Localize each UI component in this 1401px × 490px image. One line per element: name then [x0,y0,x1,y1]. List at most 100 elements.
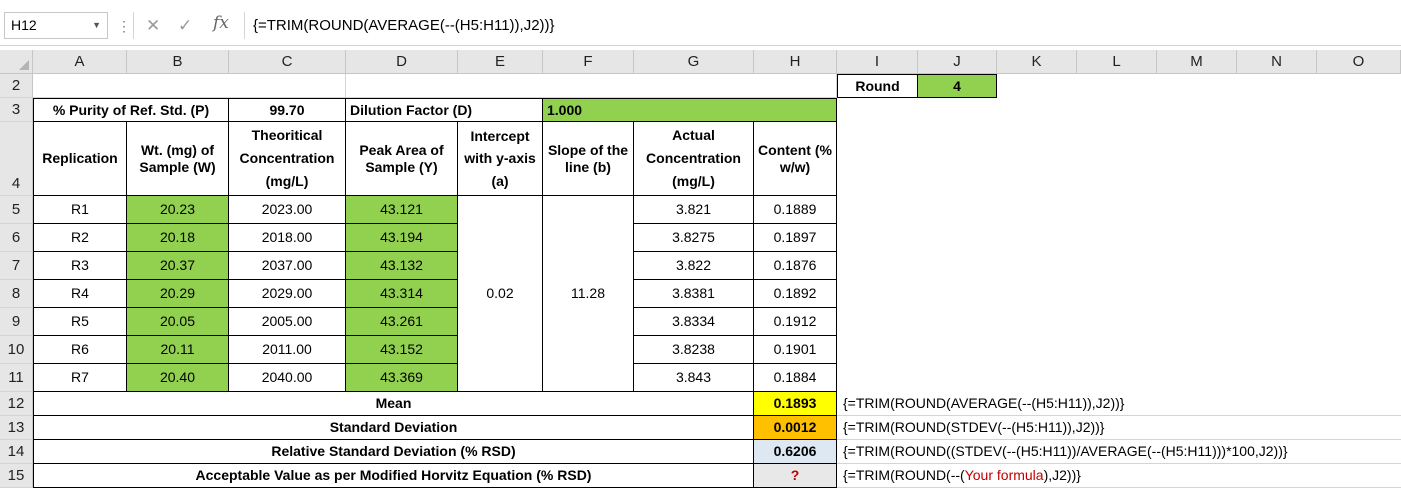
formula-input[interactable]: {=TRIM(ROUND(AVERAGE(--(H5:H11)),J2))} [244,12,1401,39]
select-all-button[interactable] [0,50,33,74]
table-cell-replication[interactable]: R5 [33,308,127,336]
table-cell-replication[interactable]: R1 [33,196,127,224]
table-cell-weight[interactable]: 20.23 [127,196,229,224]
intercept-value-cell[interactable]: 0.02 [458,196,543,392]
table-cell-actual[interactable]: 3.821 [634,196,754,224]
table-cell-weight[interactable]: 20.05 [127,308,229,336]
name-box[interactable]: H12 ▼ [4,12,108,39]
table-cell-content[interactable]: 0.1912 [754,308,837,336]
row-header-3[interactable]: 3 [0,98,33,122]
header-weight[interactable]: Wt. (mg) of Sample (W) [127,122,229,196]
column-header-o[interactable]: O [1317,50,1401,74]
table-cell-weight[interactable]: 20.11 [127,336,229,364]
table-cell-weight[interactable]: 20.18 [127,224,229,252]
purity-value-cell[interactable]: 99.70 [229,98,346,122]
dilution-label-cell[interactable]: Dilution Factor (D) [346,98,543,122]
table-cell-weight[interactable]: 20.37 [127,252,229,280]
column-header-j[interactable]: J [918,50,997,74]
table-cell-actual[interactable]: 3.843 [634,364,754,392]
more-options-icon[interactable]: ⋮ [117,14,131,38]
table-cell-theoretical[interactable]: 2005.00 [229,308,346,336]
table-cell-replication[interactable]: R6 [33,336,127,364]
table-cell-theoretical[interactable]: 2029.00 [229,280,346,308]
column-header-n[interactable]: N [1237,50,1317,74]
round-value-cell[interactable]: 4 [918,74,997,98]
slope-value-cell[interactable]: 11.28 [543,196,634,392]
table-cell-content[interactable]: 0.1876 [754,252,837,280]
table-cell-replication[interactable]: R3 [33,252,127,280]
sd-formula-note[interactable]: {=TRIM(ROUND(STDEV(--(H5:H11)),J2))} [837,416,1401,440]
table-cell-content[interactable]: 0.1884 [754,364,837,392]
purity-label-cell[interactable]: % Purity of Ref. Std. (P) [33,98,229,122]
row-header-14[interactable]: 14 [0,440,33,464]
column-header-k[interactable]: K [997,50,1077,74]
table-cell-peak-area[interactable]: 43.314 [346,280,458,308]
column-header-f[interactable]: F [543,50,634,74]
table-cell-content[interactable]: 0.1901 [754,336,837,364]
row-header-10[interactable]: 10 [0,336,33,364]
round-label-cell[interactable]: Round [837,74,918,98]
horvitz-formula-note[interactable]: {=TRIM(ROUND(--(Your formula),J2))} [837,464,1401,488]
table-cell-content[interactable]: 0.1889 [754,196,837,224]
row-header-5[interactable]: 5 [0,196,33,224]
table-cell-peak-area[interactable]: 43.261 [346,308,458,336]
mean-label-cell[interactable]: Mean [33,392,754,416]
rsd-formula-note[interactable]: {=TRIM(ROUND((STDEV(--(H5:H11))/AVERAGE(… [837,440,1401,464]
header-content[interactable]: Content (% w/w) [754,122,837,196]
cell-d2[interactable] [346,74,837,98]
row-header-8[interactable]: 8 [0,280,33,308]
sd-label-cell[interactable]: Standard Deviation [33,416,754,440]
table-cell-content[interactable]: 0.1892 [754,280,837,308]
table-cell-actual[interactable]: 3.8381 [634,280,754,308]
table-cell-actual[interactable]: 3.8238 [634,336,754,364]
horvitz-label-cell[interactable]: Acceptable Value as per Modified Horvitz… [33,464,754,488]
header-slope[interactable]: Slope of the line (b) [543,122,634,196]
horvitz-value-cell[interactable]: ? [754,464,837,488]
column-header-m[interactable]: M [1157,50,1237,74]
column-header-l[interactable]: L [1077,50,1157,74]
cell-a2[interactable] [33,74,346,98]
chevron-down-icon[interactable]: ▼ [92,13,101,38]
table-cell-actual[interactable]: 3.8334 [634,308,754,336]
mean-value-cell[interactable]: 0.1893 [754,392,837,416]
table-cell-actual[interactable]: 3.822 [634,252,754,280]
column-header-h[interactable]: H [754,50,837,74]
column-header-b[interactable]: B [127,50,229,74]
table-cell-theoretical[interactable]: 2018.00 [229,224,346,252]
table-cell-peak-area[interactable]: 43.194 [346,224,458,252]
header-replication[interactable]: Replication [33,122,127,196]
row-header-12[interactable]: 12 [0,392,33,416]
dilution-value-cell[interactable]: 1.000 [543,98,837,122]
table-cell-peak-area[interactable]: 43.132 [346,252,458,280]
column-header-e[interactable]: E [458,50,543,74]
insert-function-icon[interactable]: fx [213,10,229,37]
row-header-4[interactable]: 4 [0,122,33,196]
table-cell-weight[interactable]: 20.29 [127,280,229,308]
row-header-9[interactable]: 9 [0,308,33,336]
sd-value-cell[interactable]: 0.0012 [754,416,837,440]
row-header-2[interactable]: 2 [0,74,33,98]
table-cell-replication[interactable]: R7 [33,364,127,392]
table-cell-actual[interactable]: 3.8275 [634,224,754,252]
row-header-6[interactable]: 6 [0,224,33,252]
row-header-15[interactable]: 15 [0,464,33,488]
row-header-13[interactable]: 13 [0,416,33,440]
table-cell-peak-area[interactable]: 43.121 [346,196,458,224]
column-header-i[interactable]: I [837,50,918,74]
mean-formula-note[interactable]: {=TRIM(ROUND(AVERAGE(--(H5:H11)),J2))} [837,392,1401,416]
table-cell-theoretical[interactable]: 2040.00 [229,364,346,392]
table-cell-theoretical[interactable]: 2023.00 [229,196,346,224]
header-theoretical[interactable]: Theoritical Concentration (mg/L) [229,122,346,196]
table-cell-peak-area[interactable]: 43.152 [346,336,458,364]
rsd-value-cell[interactable]: 0.6206 [754,440,837,464]
header-actual[interactable]: Actual Concentration (mg/L) [634,122,754,196]
rsd-label-cell[interactable]: Relative Standard Deviation (% RSD) [33,440,754,464]
enter-icon[interactable]: ✓ [178,12,192,39]
row-header-7[interactable]: 7 [0,252,33,280]
column-header-c[interactable]: C [229,50,346,74]
column-header-g[interactable]: G [634,50,754,74]
header-peak-area[interactable]: Peak Area of Sample (Y) [346,122,458,196]
column-header-a[interactable]: A [33,50,127,74]
header-intercept[interactable]: Intercept with y-axis (a) [458,122,543,196]
table-cell-theoretical[interactable]: 2037.00 [229,252,346,280]
